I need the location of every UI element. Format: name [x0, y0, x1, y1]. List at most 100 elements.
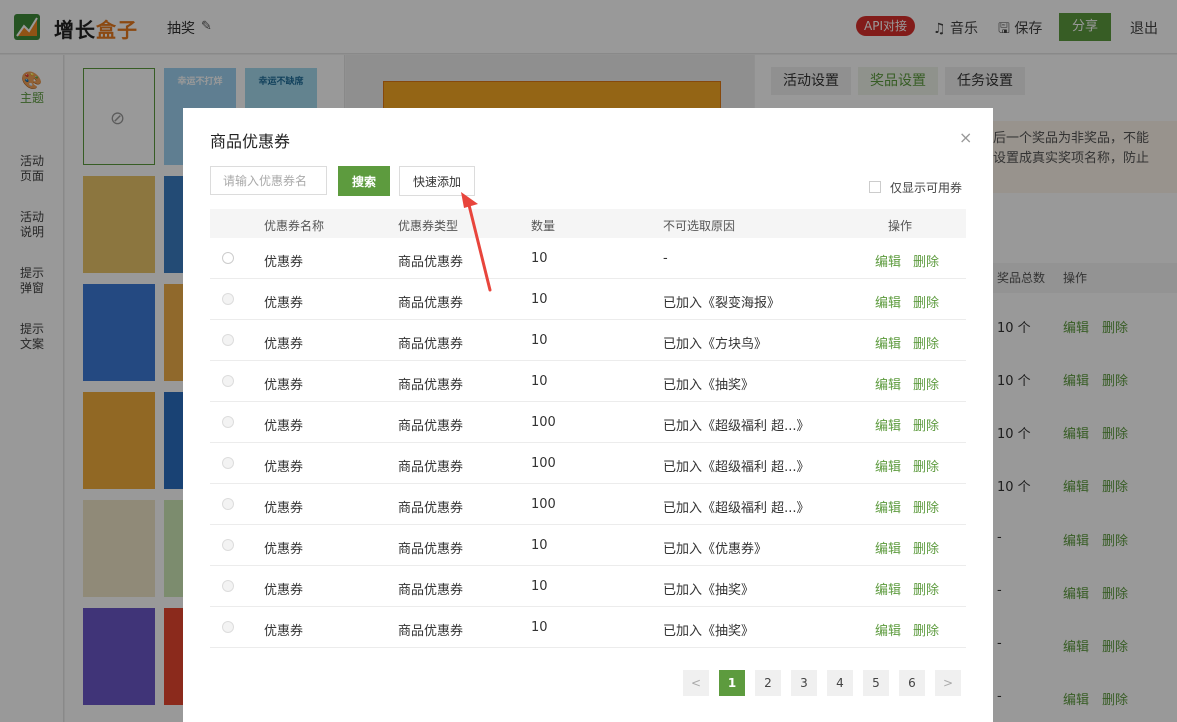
table-row: 优惠券 商品优惠券 10 已加入《方块鸟》 编辑 删除	[210, 320, 966, 361]
unselectable-reason: 已加入《裂变海报》	[663, 296, 781, 311]
coupon-type: 商品优惠券	[398, 624, 464, 639]
delete-link[interactable]: 删除	[913, 497, 939, 516]
table-header: 优惠券名称 优惠券类型 数量 不可选取原因 操作	[210, 209, 966, 238]
dialog-title: 商品优惠券	[210, 132, 291, 151]
coupon-qty: 10	[531, 538, 548, 553]
edit-link[interactable]: 编辑	[875, 374, 901, 393]
coupon-type: 商品优惠券	[398, 419, 464, 434]
edit-link[interactable]: 编辑	[875, 497, 901, 516]
coupon-name: 优惠券	[264, 255, 304, 270]
col-name: 优惠券名称	[264, 219, 325, 233]
coupon-qty: 10	[531, 620, 548, 635]
coupon-name: 优惠券	[264, 542, 304, 557]
page-5-button[interactable]: 5	[863, 670, 889, 696]
only-available-label: 仅显示可用券	[890, 181, 963, 195]
coupon-name: 优惠券	[264, 501, 304, 516]
delete-link[interactable]: 删除	[913, 251, 939, 270]
close-icon[interactable]: ×	[959, 128, 972, 147]
edit-link[interactable]: 编辑	[875, 620, 901, 639]
delete-link[interactable]: 删除	[913, 292, 939, 311]
table-row: 优惠券 商品优惠券 100 已加入《超级福利 超...》 编辑 删除	[210, 443, 966, 484]
coupon-type: 商品优惠券	[398, 296, 464, 311]
table-row: 优惠券 商品优惠券 10 已加入《抽奖》 编辑 删除	[210, 607, 966, 648]
coupon-qty: 10	[531, 333, 548, 348]
edit-link[interactable]: 编辑	[875, 251, 901, 270]
table-row: 优惠券 商品优惠券 10 已加入《裂变海报》 编辑 删除	[210, 279, 966, 320]
table-row: 优惠券 商品优惠券 10 已加入《抽奖》 编辑 删除	[210, 361, 966, 402]
coupon-type: 商品优惠券	[398, 460, 464, 475]
page-1-button[interactable]: 1	[719, 670, 745, 696]
delete-link[interactable]: 删除	[913, 456, 939, 475]
col-action: 操作	[888, 219, 913, 233]
edit-link[interactable]: 编辑	[875, 415, 901, 434]
edit-link[interactable]: 编辑	[875, 579, 901, 598]
unselectable-reason: 已加入《方块鸟》	[663, 337, 768, 352]
table-row: 优惠券 商品优惠券 100 已加入《超级福利 超...》 编辑 删除	[210, 484, 966, 525]
col-type: 优惠券类型	[398, 219, 459, 233]
delete-link[interactable]: 删除	[913, 333, 939, 352]
row-radio	[222, 416, 234, 428]
coupon-type: 商品优惠券	[398, 501, 464, 516]
coupon-qty: 100	[531, 456, 556, 471]
coupon-name: 优惠券	[264, 337, 304, 352]
coupon-name: 优惠券	[264, 583, 304, 598]
prev-page-icon[interactable]: <	[683, 670, 709, 696]
delete-link[interactable]: 删除	[913, 579, 939, 598]
coupon-name: 优惠券	[264, 419, 304, 434]
row-radio	[222, 293, 234, 305]
col-reason: 不可选取原因	[663, 219, 736, 233]
only-available-checkbox[interactable]	[869, 181, 881, 193]
coupon-search-input[interactable]	[210, 166, 327, 195]
row-radio	[222, 375, 234, 387]
row-radio[interactable]	[222, 252, 234, 264]
coupon-name: 优惠券	[264, 378, 304, 393]
delete-link[interactable]: 删除	[913, 620, 939, 639]
coupon-type: 商品优惠券	[398, 378, 464, 393]
unselectable-reason: 已加入《优惠券》	[663, 542, 768, 557]
unselectable-reason: 已加入《超级福利 超...》	[663, 501, 810, 516]
table-row: 优惠券 商品优惠券 10 已加入《优惠券》 编辑 删除	[210, 525, 966, 566]
coupon-name: 优惠券	[264, 624, 304, 639]
col-qty: 数量	[531, 219, 556, 233]
next-page-icon[interactable]: >	[935, 670, 961, 696]
delete-link[interactable]: 删除	[913, 538, 939, 557]
row-radio	[222, 580, 234, 592]
row-radio	[222, 457, 234, 469]
search-button[interactable]: 搜索	[338, 166, 390, 196]
coupon-name: 优惠券	[264, 460, 304, 475]
unselectable-reason: 已加入《抽奖》	[663, 624, 755, 639]
coupon-qty: 10	[531, 292, 548, 307]
coupon-type: 商品优惠券	[398, 337, 464, 352]
row-radio	[222, 334, 234, 346]
row-radio	[222, 621, 234, 633]
coupon-qty: 10	[531, 374, 548, 389]
page-6-button[interactable]: 6	[899, 670, 925, 696]
row-radio	[222, 498, 234, 510]
edit-link[interactable]: 编辑	[875, 292, 901, 311]
page-3-button[interactable]: 3	[791, 670, 817, 696]
coupon-qty: 100	[531, 497, 556, 512]
page-4-button[interactable]: 4	[827, 670, 853, 696]
unselectable-reason: 已加入《抽奖》	[663, 583, 755, 598]
coupon-type: 商品优惠券	[398, 542, 464, 557]
table-row: 优惠券 商品优惠券 10 已加入《抽奖》 编辑 删除	[210, 566, 966, 607]
coupon-name: 优惠券	[264, 296, 304, 311]
edit-link[interactable]: 编辑	[875, 333, 901, 352]
delete-link[interactable]: 删除	[913, 415, 939, 434]
quick-add-button[interactable]: 快速添加	[399, 166, 475, 196]
unselectable-reason: -	[663, 251, 668, 266]
coupon-type: 商品优惠券	[398, 255, 464, 270]
page-2-button[interactable]: 2	[755, 670, 781, 696]
coupon-qty: 10	[531, 579, 548, 594]
coupon-dialog: 商品优惠券 × 搜索 快速添加 仅显示可用券 优惠券名称 优惠券类型 数量 不可…	[183, 108, 993, 722]
edit-link[interactable]: 编辑	[875, 538, 901, 557]
edit-link[interactable]: 编辑	[875, 456, 901, 475]
row-radio	[222, 539, 234, 551]
coupon-type: 商品优惠券	[398, 583, 464, 598]
delete-link[interactable]: 删除	[913, 374, 939, 393]
coupon-qty: 10	[531, 251, 548, 266]
pagination: <1 2 3 4 5 6 >	[183, 670, 993, 696]
unselectable-reason: 已加入《抽奖》	[663, 378, 755, 393]
table-row[interactable]: 优惠券 商品优惠券 10 - 编辑 删除	[210, 238, 966, 279]
coupon-qty: 100	[531, 415, 556, 430]
